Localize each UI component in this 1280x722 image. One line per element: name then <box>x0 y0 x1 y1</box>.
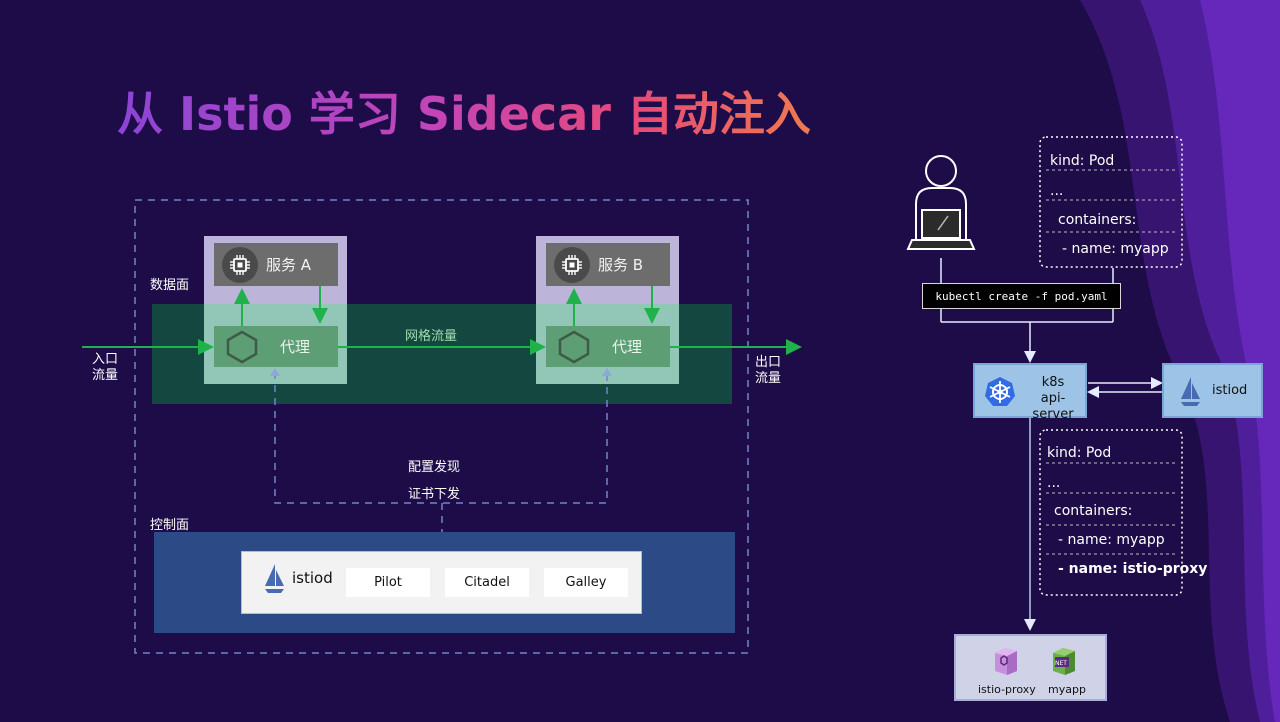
chip-icon <box>222 246 258 283</box>
istio-sail-icon <box>1181 376 1200 406</box>
net-badge: NET <box>1055 660 1067 667</box>
istio-proxy-cube-icon <box>995 648 1017 675</box>
service-a-label: 服务 A <box>266 256 312 274</box>
istiod-label: istiod <box>292 569 333 587</box>
cert-issue-label: 证书下发 <box>408 487 461 502</box>
kubernetes-icon <box>985 377 1015 406</box>
service-b-label: 服务 B <box>598 256 644 274</box>
egress-label: 出口 流量 <box>755 355 781 387</box>
k8s-api-server-node[interactable]: k8s api-server <box>973 363 1087 422</box>
service-b-box[interactable]: 服务 B <box>546 243 670 286</box>
istiod-node[interactable]: istiod <box>1162 363 1263 418</box>
egress-label-line-2: 流量 <box>755 371 782 386</box>
pod-box[interactable]: istio-proxy NET myapp <box>954 634 1107 701</box>
pilot-box[interactable]: Pilot <box>346 568 430 597</box>
ingress-label-line-1: 入口 <box>92 352 119 367</box>
hexagon-icon <box>558 330 590 363</box>
page-title: 从 Istio 学习 Sidecar 自动注入 <box>117 78 811 144</box>
pod-myapp-label: myapp <box>1048 683 1086 696</box>
yaml-bottom-istio-proxy: - name: istio-proxy <box>1058 561 1208 577</box>
control-plane-label: 控制面 <box>150 518 190 533</box>
yaml-top-kind: kind: Pod <box>1050 153 1115 169</box>
yaml-bottom-ellipsis: ... <box>1047 475 1061 491</box>
mesh-traffic-label: 网格流量 <box>405 329 458 344</box>
citadel-box[interactable]: Citadel <box>445 568 529 597</box>
ingress-label-line-2: 流量 <box>92 368 119 383</box>
yaml-top-ellipsis: ... <box>1050 183 1064 199</box>
istiod-logo-label: istiod <box>262 562 333 594</box>
user-laptop-icon <box>906 155 976 250</box>
kubectl-command: kubectl create -f pod.yaml <box>922 283 1121 309</box>
ingress-label: 入口 流量 <box>92 352 118 384</box>
decorative-waves <box>1080 0 1280 722</box>
hexagon-icon <box>226 330 258 363</box>
chip-icon <box>554 246 590 283</box>
proxy-a-label: 代理 <box>280 338 311 356</box>
proxy-b-box[interactable]: 代理 <box>546 326 670 367</box>
yaml-top-containers: containers: <box>1058 212 1137 228</box>
istio-sail-icon <box>265 564 284 593</box>
yaml-bottom-containers: containers: <box>1054 503 1133 519</box>
config-discovery-label: 配置发现 <box>408 460 461 475</box>
proxy-b-label: 代理 <box>612 338 643 356</box>
istiod-node-label: istiod <box>1212 383 1248 398</box>
yaml-bottom-myapp: - name: myapp <box>1058 532 1165 548</box>
data-plane-label: 数据面 <box>150 278 190 293</box>
yaml-bottom-kind: kind: Pod <box>1047 445 1112 461</box>
yaml-top-myapp: - name: myapp <box>1062 241 1169 257</box>
k8s-label-line-2: api-server <box>1032 391 1074 422</box>
pod-istio-proxy-label: istio-proxy <box>978 683 1036 696</box>
service-a-box[interactable]: 服务 A <box>214 243 338 286</box>
galley-box[interactable]: Galley <box>544 568 628 597</box>
k8s-label-line-1: k8s <box>1041 375 1065 390</box>
egress-label-line-1: 出口 <box>755 355 782 370</box>
proxy-a-box[interactable]: 代理 <box>214 326 338 367</box>
k8s-label: k8s api-server <box>1023 375 1083 423</box>
